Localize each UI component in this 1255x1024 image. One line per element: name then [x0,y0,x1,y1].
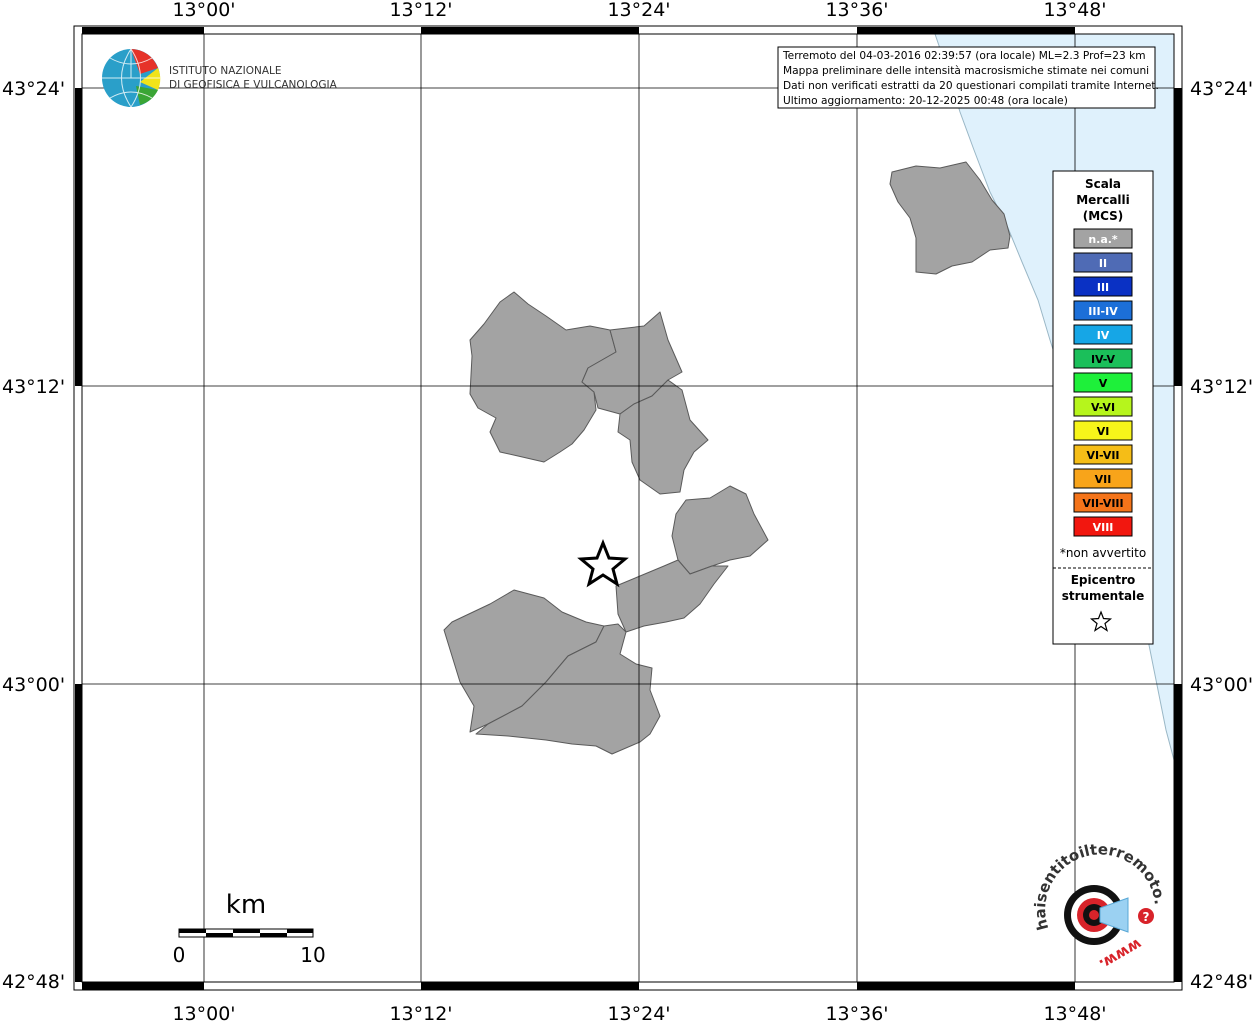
info-box: Terremoto del 04-03-2016 02:39:57 (ora l… [777,46,1159,109]
legend-title-line2: Mercalli [1076,193,1130,207]
lat-label: 43°00' [2,674,65,696]
bottom-lon-labels: 13°00' 13°12' 13°24' 13°36' 13°48' [172,1003,1106,1024]
right-lat-labels: 43°24' 43°12' 43°00' 42°48' [1190,78,1253,993]
lat-label: 43°00' [1190,674,1253,696]
legend-item-label: III-IV [1088,305,1118,318]
lon-label: 13°12' [389,0,452,21]
legend-note: *non avvertito [1060,546,1146,560]
lat-label: 43°24' [2,78,65,100]
legend-epicenter-line2: strumentale [1062,589,1145,603]
legend-item-label: VIII [1093,521,1114,534]
legend-item-label: VII [1095,473,1112,486]
lat-label: 43°12' [1190,376,1253,398]
scale-min: 0 [173,943,186,967]
intensity-legend: Scala Mercalli (MCS) n.a.*IIIIIIII-IVIVI… [1052,170,1154,645]
legend-title-line3: (MCS) [1083,209,1124,223]
lon-label: 13°36' [825,1003,888,1024]
lon-label: 13°00' [172,1003,235,1024]
legend-epicenter-line1: Epicentro [1071,573,1136,587]
scale-max: 10 [300,943,325,967]
legend-item-label: VI-VII [1086,449,1119,462]
ingv-name-line1: ISTITUTO NAZIONALE [169,65,282,77]
lat-label: 43°24' [1190,78,1253,100]
left-lat-labels: 43°24' 43°12' 43°00' 42°48' [2,78,65,993]
lon-label: 13°24' [607,1003,670,1024]
scale-unit: km [226,890,266,920]
top-lon-labels: 13°00' 13°12' 13°24' 13°36' 13°48' [172,0,1106,21]
lon-label: 13°48' [1043,1003,1106,1024]
legend-item-label: III [1097,281,1109,294]
lat-label: 42°48' [1190,971,1253,993]
legend-item-label: II [1099,257,1107,270]
legend-item-label: VII-VIII [1082,497,1123,510]
info-line: Terremoto del 04-03-2016 02:39:57 (ora l… [782,50,1146,62]
ingv-name-line2: DI GEOFISICA E VULCANOLOGIA [169,79,338,91]
intensity-map: 13°00' 13°12' 13°24' 13°36' 13°48' 13°00… [0,0,1253,1024]
lon-label: 13°12' [389,1003,452,1024]
legend-item-label: IV-V [1091,353,1116,366]
legend-item-label: V [1099,377,1108,390]
lat-label: 42°48' [2,971,65,993]
lon-label: 13°48' [1043,0,1106,21]
info-line: Mappa preliminare delle intensità macros… [783,65,1149,77]
lon-label: 13°00' [172,0,235,21]
legend-item-label: V-VI [1091,401,1115,414]
lon-label: 13°24' [607,0,670,21]
info-line: Ultimo aggiornamento: 20-12-2025 00:48 (… [783,95,1068,107]
info-line: Dati non verificati estratti da 20 quest… [783,80,1159,92]
legend-item-label: n.a.* [1088,233,1118,246]
lat-label: 43°12' [2,376,65,398]
legend-item-label: IV [1097,329,1110,342]
legend-title-line1: Scala [1085,177,1121,191]
legend-item-label: VI [1097,425,1110,438]
svg-text:?: ? [1143,910,1150,924]
lon-label: 13°36' [825,0,888,21]
